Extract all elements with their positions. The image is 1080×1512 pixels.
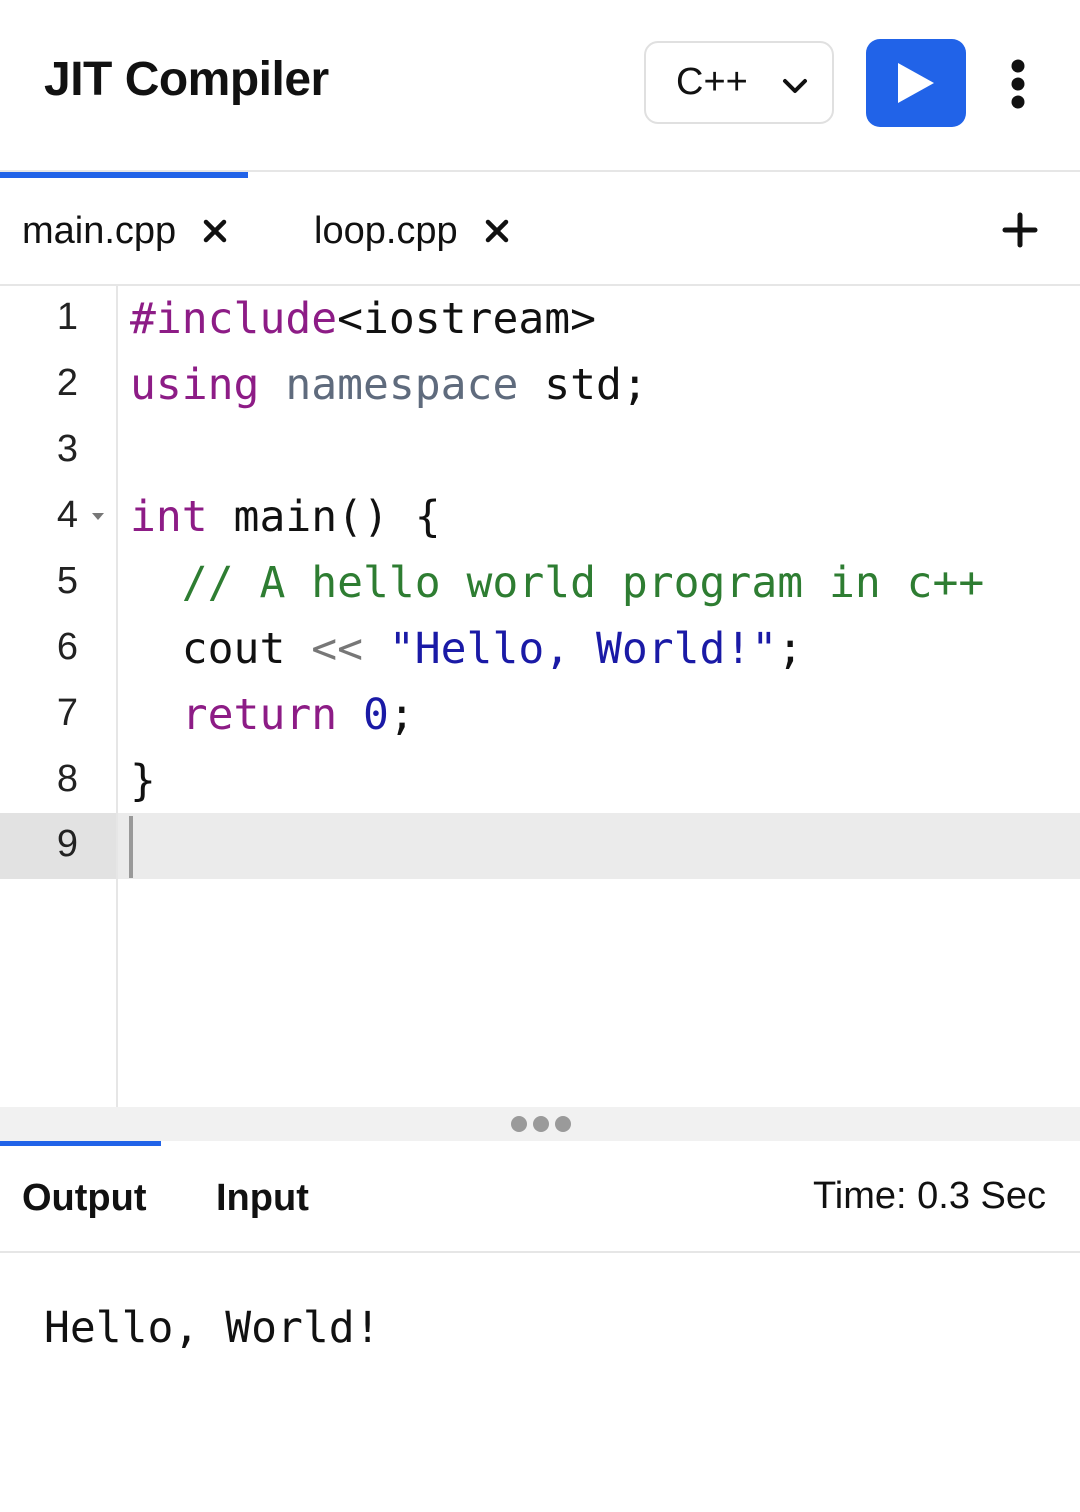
code-token: cout bbox=[130, 624, 312, 674]
line-number: 7 bbox=[56, 692, 78, 734]
code-token: <iostream> bbox=[337, 294, 596, 344]
app-title: JIT Compiler bbox=[44, 53, 329, 106]
run-button[interactable] bbox=[866, 39, 966, 127]
code-token: 0 bbox=[363, 690, 389, 740]
output-console: Hello, World! bbox=[0, 1253, 1080, 1512]
code-line[interactable]: #include<iostream> bbox=[130, 286, 596, 352]
tab-output[interactable]: Output bbox=[22, 1177, 147, 1220]
line-number-active: 9 bbox=[0, 813, 116, 879]
app-header: JIT Compiler C++ bbox=[0, 0, 1080, 172]
code-line[interactable]: } bbox=[130, 748, 156, 814]
line-number: 1 bbox=[56, 296, 78, 338]
line-number: 3 bbox=[56, 428, 78, 470]
code-token: return bbox=[181, 690, 338, 740]
code-token: int bbox=[130, 492, 208, 542]
code-token: // A hello world program in c++ bbox=[130, 558, 985, 608]
code-line[interactable]: using namespace std; bbox=[130, 352, 648, 418]
code-line[interactable]: return 0; bbox=[130, 682, 415, 748]
close-icon[interactable] bbox=[484, 218, 510, 244]
code-token: ; bbox=[388, 690, 415, 740]
line-number-gutter: 1 2 3 4 5 6 7 8 9 bbox=[0, 286, 118, 1108]
active-line-highlight bbox=[0, 813, 1080, 879]
more-vertical-icon bbox=[1011, 59, 1025, 109]
output-tab-bar: Output Input Time: 0.3 Sec bbox=[0, 1141, 1080, 1253]
active-tab-indicator bbox=[0, 172, 248, 178]
fold-caret-icon[interactable] bbox=[92, 511, 104, 521]
language-select[interactable]: C++ bbox=[644, 41, 834, 124]
code-token: << bbox=[311, 624, 363, 674]
play-icon bbox=[898, 63, 934, 103]
close-icon[interactable] bbox=[202, 218, 228, 244]
code-token: using bbox=[130, 360, 260, 410]
code-line[interactable]: int main() { bbox=[130, 484, 441, 550]
file-tab-bar: main.cpp loop.cpp bbox=[0, 170, 1080, 286]
more-options-button[interactable] bbox=[1000, 58, 1036, 110]
chevron-down-icon bbox=[783, 79, 807, 93]
file-tab-label: loop.cpp bbox=[314, 210, 458, 252]
file-tab-loop-cpp[interactable]: loop.cpp bbox=[314, 208, 534, 258]
code-token: namespace bbox=[285, 360, 519, 410]
code-line[interactable]: // A hello world program in c++ bbox=[130, 550, 985, 616]
code-token: std; bbox=[518, 360, 648, 410]
active-tab-indicator bbox=[0, 1141, 161, 1146]
drag-handle-icon bbox=[511, 1116, 571, 1132]
code-editor[interactable]: 1 2 3 4 5 6 7 8 9 #include<iostream> usin… bbox=[0, 286, 1080, 1108]
code-token: #include bbox=[130, 294, 338, 344]
line-number: 4 bbox=[0, 484, 116, 550]
code-token: ; bbox=[777, 624, 804, 674]
output-text: Hello, World! bbox=[44, 1303, 381, 1353]
code-token: "Hello, World!" bbox=[388, 624, 778, 674]
code-token: main() { bbox=[207, 492, 441, 542]
code-token: } bbox=[130, 756, 156, 806]
line-number: 8 bbox=[56, 758, 78, 800]
code-line[interactable]: cout << "Hello, World!"; bbox=[130, 616, 803, 682]
line-number: 6 bbox=[56, 626, 78, 668]
file-tab-label: main.cpp bbox=[22, 210, 177, 252]
line-number: 5 bbox=[56, 560, 78, 602]
panel-resize-handle[interactable] bbox=[0, 1107, 1080, 1141]
language-select-value: C++ bbox=[676, 61, 748, 103]
tab-input[interactable]: Input bbox=[216, 1177, 309, 1220]
add-file-plus-icon[interactable] bbox=[1002, 212, 1038, 248]
execution-time: Time: 0.3 Sec bbox=[812, 1175, 1046, 1217]
text-cursor bbox=[129, 816, 133, 878]
line-number: 2 bbox=[56, 362, 78, 404]
file-tab-main-cpp[interactable]: main.cpp bbox=[22, 208, 242, 258]
